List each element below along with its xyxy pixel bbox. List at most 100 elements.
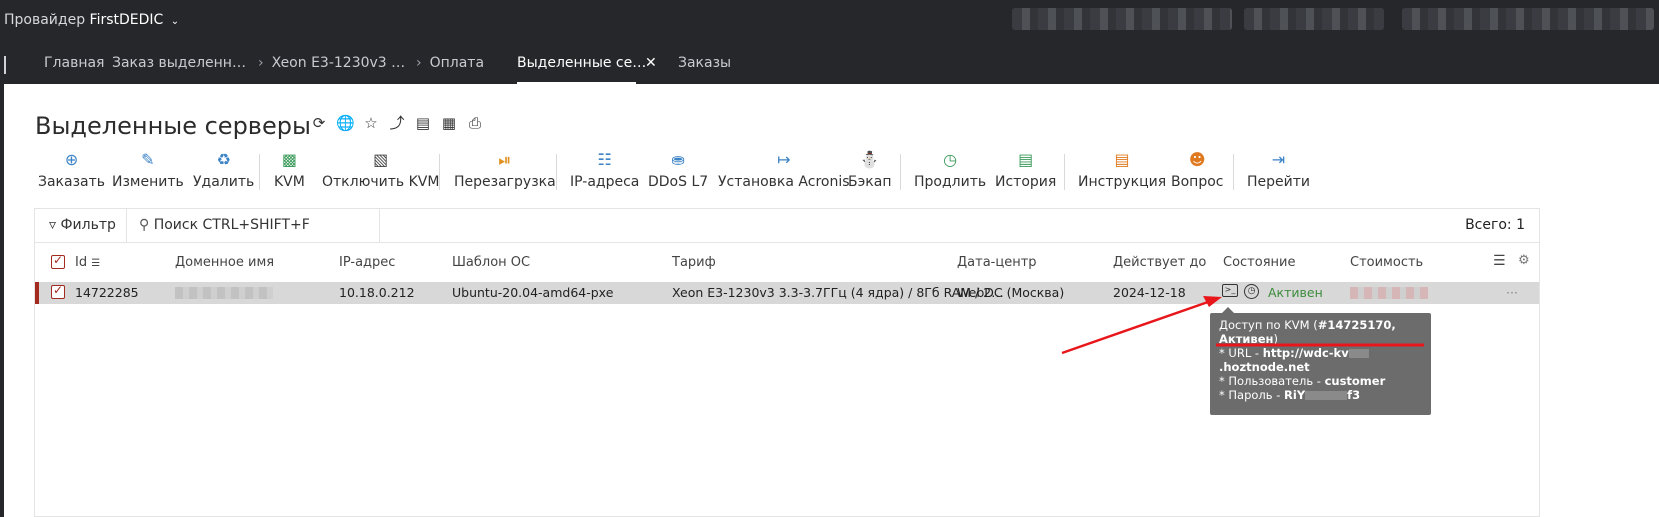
install-acronis-button[interactable]: ↦ Установка Acronis — [718, 150, 850, 194]
provider-prefix: Провайдер — [4, 12, 86, 28]
button-label: Инструкция — [1078, 174, 1167, 190]
provider-selector[interactable]: Провайдер FirstDEDIC ⌄ — [4, 12, 179, 28]
install-icon: ↦ — [777, 150, 791, 169]
instruction-icon: ▤ — [1114, 150, 1130, 169]
button-label: Перейти — [1247, 174, 1310, 190]
tab-home[interactable]: Главная — [44, 42, 104, 84]
toolbar-separator — [556, 154, 557, 190]
restart-icon: ⏯ — [498, 150, 512, 169]
search-icon: ⚲ — [139, 217, 150, 233]
edit-button[interactable]: ✎ Изменить — [112, 150, 184, 194]
redacted-account-info — [1402, 8, 1654, 30]
search-placeholder: Поиск CTRL+SHIFT+F — [153, 217, 310, 233]
button-label: DDoS L7 — [648, 174, 709, 190]
pin-icon[interactable]: ⤴ — [388, 114, 406, 132]
goto-icon: ⇥ — [1271, 150, 1286, 169]
column-cost[interactable]: Стоимость — [1350, 255, 1423, 270]
tab-label: Xeon E3-1230v3 … — [271, 55, 406, 71]
top-bar: Провайдер FirstDEDIC ⌄ — [0, 0, 1659, 42]
cell-datacenter: WebDC (Москва) — [957, 285, 1065, 300]
cell-tariff: Xeon E3-1230v3 3.3-3.7ГГц (4 ядра) / 8Гб… — [672, 285, 1004, 300]
provider-name: FirstDEDIC — [89, 12, 164, 28]
backup-button[interactable]: ⛄ Бэкап — [848, 150, 891, 194]
tooltip-url: * URL - http://wdc-kv.hoztnode.net — [1219, 346, 1422, 374]
kvm-off-icon: ▧ — [373, 150, 389, 169]
table-header: Id ☰ Доменное имя IP-адрес Шаблон ОС Тар… — [35, 243, 1539, 281]
main-content: Выделенные серверы ⟳ 🌐 ☆ ⤴ ▤ ▦ ⎙ ⊕ Заказа… — [4, 84, 1659, 517]
document-icon[interactable]: ▤ — [414, 114, 432, 132]
pencil-icon: ✎ — [141, 150, 155, 169]
redacted-cost — [1350, 287, 1428, 299]
search-input[interactable]: ⚲ Поиск CTRL+SHIFT+F — [127, 209, 380, 242]
column-ip[interactable]: IP-адрес — [339, 255, 395, 270]
tooltip-password: * Пароль - RiY f3 — [1219, 388, 1361, 402]
refresh-icon[interactable]: ⟳ — [310, 114, 328, 132]
redacted-text — [1305, 391, 1348, 400]
settings-gear-icon[interactable]: ⚙ — [1518, 253, 1530, 268]
select-all-checkbox[interactable] — [51, 253, 65, 269]
tooltip-remaining: Осталось 04 ч. 57 мин. 12 сек. — [1219, 430, 1408, 444]
title-actions: ⟳ 🌐 ☆ ⤴ ▤ ▦ ⎙ — [310, 114, 484, 132]
excel-icon[interactable]: ▦ — [440, 114, 458, 132]
redacted-text — [1348, 349, 1369, 358]
redacted-account-info — [1012, 8, 1232, 30]
column-datacenter[interactable]: Дата-центр — [957, 255, 1037, 270]
column-label: Id — [75, 255, 88, 270]
backup-icon: ⛄ — [859, 150, 880, 169]
kvm-tooltip: Доступ по KVM (#14725170, Активен) * URL… — [1210, 307, 1431, 444]
tooltip-user: * Пользователь - customer — [1219, 374, 1386, 388]
ip-addresses-button[interactable]: ☷ IP-адреса — [570, 150, 639, 194]
renew-icon: ◷ — [943, 150, 958, 169]
print-icon[interactable]: ⎙ — [466, 114, 484, 132]
delete-button[interactable]: ♻ Удалить — [193, 150, 254, 194]
column-id[interactable]: Id ☰ — [75, 255, 100, 270]
tab-xeon[interactable]: › Xeon E3-1230v3 … — [258, 42, 405, 84]
tooltip-caret — [1222, 307, 1234, 313]
history-icon: ▤ — [1018, 150, 1034, 169]
button-label: Удалить — [193, 174, 255, 190]
columns-menu-icon[interactable]: ☰ — [1493, 253, 1506, 269]
renew-button[interactable]: ◷ Продлить — [914, 150, 986, 194]
history-button[interactable]: ▤ История — [995, 150, 1056, 194]
cell-os: Ubuntu-20.04-amd64-pxe — [452, 285, 614, 300]
restart-button[interactable]: ⏯ Перезагрузка — [454, 150, 556, 194]
row-checkbox[interactable] — [51, 283, 65, 299]
tooltip-ordered-for: Услуга заказана на 2 ч. — [1219, 416, 1363, 430]
goto-button[interactable]: ⇥ Перейти — [1247, 150, 1310, 194]
cell-id: 14722285 — [75, 285, 139, 300]
globe-icon[interactable]: 🌐 — [336, 114, 355, 132]
table-row[interactable]: 14722285 10.18.0.212 Ubuntu-20.04-amd64-… — [35, 282, 1539, 304]
kvm-button[interactable]: ▩ KVM — [274, 150, 305, 194]
column-status[interactable]: Состояние — [1223, 255, 1295, 270]
button-label: Перезагрузка — [454, 174, 556, 190]
kvm-console-icon[interactable]: >_ — [1222, 284, 1238, 297]
row-more-icon[interactable]: ··· — [1506, 285, 1518, 300]
ip-icon: ☷ — [597, 150, 612, 169]
instruction-button[interactable]: ▤ Инструкция — [1078, 150, 1166, 194]
filter-icon: ▿ — [49, 217, 57, 233]
toolbar-separator — [1064, 154, 1065, 190]
tab-order-dedicated[interactable]: Заказ выделенн… — [112, 42, 246, 84]
button-label: IP-адреса — [570, 174, 640, 190]
tab-label: Заказы — [678, 55, 732, 71]
tab-label: Выделенные се… — [517, 55, 647, 71]
order-button[interactable]: ⊕ Заказать — [38, 150, 105, 194]
star-icon[interactable]: ☆ — [362, 114, 380, 132]
tabs-bar: Главная Заказ выделенн… › Xeon E3-1230v3 … — [0, 42, 1659, 84]
question-button[interactable]: ☻ Вопрос — [1171, 150, 1223, 194]
tab-dedicated-servers[interactable]: Выделенные се… — [517, 42, 646, 84]
column-tariff[interactable]: Тариф — [672, 255, 716, 270]
column-domain[interactable]: Доменное имя — [175, 255, 274, 270]
question-icon: ☻ — [1188, 150, 1206, 169]
tab-orders[interactable]: Заказы — [678, 42, 731, 84]
tab-payment[interactable]: › Оплата — [416, 42, 484, 84]
chevron-down-icon: ⌄ — [170, 16, 180, 27]
disable-kvm-button[interactable]: ▧ Отключить KVM — [322, 150, 439, 194]
filter-button[interactable]: ▿ Фильтр — [35, 209, 127, 242]
redacted-domain — [175, 287, 273, 299]
clock-icon[interactable]: ◷ — [1244, 284, 1259, 299]
column-expires[interactable]: Действует до — [1113, 255, 1206, 270]
column-os[interactable]: Шаблон ОС — [452, 255, 530, 270]
ddos-button[interactable]: ⛂ DDoS L7 — [648, 150, 708, 194]
close-tab-icon[interactable]: ✕ — [645, 42, 657, 84]
